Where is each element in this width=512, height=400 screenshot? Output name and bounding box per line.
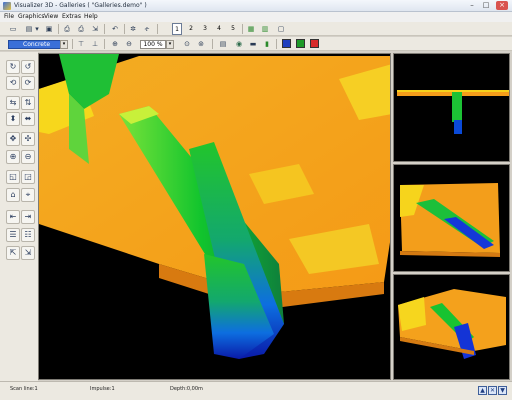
step-forward-icon[interactable]: ⇥ — [21, 210, 35, 224]
window-title: Visualizer 3D - Galleries ( "Galleries.d… — [14, 2, 147, 9]
zoom-dropdown-icon[interactable]: ▾ — [166, 40, 174, 49]
move-icon[interactable]: ✥ — [6, 132, 20, 146]
pan-vertical-icon[interactable]: ⇅ — [21, 96, 35, 110]
tilt-icon[interactable]: ⬍ — [6, 112, 20, 126]
menu-graphics[interactable]: Graphics — [18, 13, 45, 20]
menu-view[interactable]: View — [44, 13, 58, 20]
toolbar-separator — [157, 24, 158, 34]
open-file-icon[interactable]: ▤ — [24, 24, 34, 34]
plant-icon[interactable]: ✲ — [128, 24, 138, 34]
step-back-icon[interactable]: ⇤ — [6, 210, 20, 224]
menu-bar: File Graphics View Extras Help — [0, 12, 512, 22]
tool-palette: ↻ ↺ ⟲ ⟳ ⇆ ⇅ ⬍ ⬌ ✥ ✣ ⊕ ⊖ ◱ ◲ ⌂ ⌖ ⇤ ⇥ ☰ ☷ ⇱ ⇲ — [0, 52, 38, 382]
open-dropdown-icon[interactable]: ▾ — [34, 24, 40, 34]
color-red-button[interactable] — [310, 39, 319, 48]
corner-bottom-icon[interactable]: ⇲ — [21, 246, 35, 260]
toolbar-separator — [124, 24, 125, 34]
lower-icon[interactable]: ⊥ — [90, 39, 100, 49]
side-view-middle-render — [400, 183, 500, 257]
spin-icon[interactable]: ✣ — [21, 132, 35, 146]
menu-extras[interactable]: Extras — [62, 13, 81, 20]
zoom-field[interactable]: 100 % — [140, 40, 166, 49]
zoom-out-icon[interactable]: ⊖ — [124, 39, 134, 49]
view-2-button[interactable]: 2 — [186, 23, 196, 35]
side-view-top-render — [397, 90, 509, 134]
turn-icon[interactable]: ⬌ — [21, 112, 35, 126]
zoom-out-tool-icon[interactable]: ⊖ — [21, 150, 35, 164]
frame-left-icon[interactable]: ◱ — [6, 170, 20, 184]
print-preview-icon[interactable]: ⎙ — [62, 24, 72, 34]
pan-horizontal-icon[interactable]: ⇆ — [6, 96, 20, 110]
rotate-y-icon[interactable]: ⟳ — [21, 76, 35, 90]
side-view-middle[interactable] — [393, 164, 510, 272]
main-toolbar: ▭ ▤ ▾ ▣ ⎙ ⎙ ⇲ ↶ ✲ ተ 1 2 3 4 5 ▦ ▥ ▢ — [0, 22, 512, 36]
view-3-button[interactable]: 3 — [200, 23, 210, 35]
material-select[interactable]: Concrete — [8, 40, 66, 49]
status-down-button[interactable]: ▼ — [498, 386, 507, 395]
export-icon[interactable]: ⇲ — [90, 24, 100, 34]
color-green-button[interactable] — [296, 39, 305, 48]
minimize-icon[interactable]: – — [466, 1, 478, 10]
menu-help[interactable]: Help — [84, 13, 98, 20]
rotate-x-icon[interactable]: ⟲ — [6, 76, 20, 90]
view-1-button[interactable]: 1 — [172, 23, 182, 35]
side-view-bottom-render — [398, 289, 506, 359]
grid-icon[interactable]: ▥ — [260, 24, 270, 34]
rotate-ccw-icon[interactable]: ↺ — [21, 60, 35, 74]
print-icon[interactable]: ⎙ — [76, 24, 86, 34]
camera-icon[interactable]: ▬ — [248, 39, 258, 49]
frame-right-icon[interactable]: ◲ — [21, 170, 35, 184]
zoom-in-tool-icon[interactable]: ⊕ — [6, 150, 20, 164]
view-toolbar: Concrete ▾ ⊤ ⊥ ⊕ ⊖ 100 % ▾ ⊙ ⊚ ▤ ◉ ▬ ▮ — [0, 37, 512, 51]
color-blue-button[interactable] — [282, 39, 291, 48]
scan-line-status: Scan line:1 — [10, 386, 38, 392]
save-icon[interactable]: ▣ — [44, 24, 54, 34]
app-icon — [3, 2, 11, 10]
render-icon[interactable]: ▮ — [262, 39, 272, 49]
toolbar-separator — [242, 24, 243, 34]
zoom-reset-icon[interactable]: ⊚ — [196, 39, 206, 49]
toolbar-separator — [72, 39, 73, 49]
zoom-in-icon[interactable]: ⊕ — [110, 39, 120, 49]
status-arrow-button[interactable]: ▲ — [478, 386, 487, 395]
status-bar: Scan line:1 Impulse:1 Depth:0,00m ▲ ✕ ▼ — [0, 381, 512, 400]
close-icon[interactable]: × — [496, 1, 508, 10]
home-view-icon[interactable]: ⌂ — [6, 188, 20, 202]
menu-file[interactable]: File — [4, 13, 14, 20]
zoom-fit-icon[interactable]: ⊙ — [182, 39, 192, 49]
status-cross-button[interactable]: ✕ — [488, 386, 497, 395]
toolbar-separator — [104, 39, 105, 49]
eye-icon[interactable]: ◉ — [234, 39, 244, 49]
impulse-status: Impulse:1 — [90, 386, 115, 392]
rotate-cw-icon[interactable]: ↻ — [6, 60, 20, 74]
toolbar-separator — [104, 24, 105, 34]
layout-icon[interactable]: ▦ — [246, 24, 256, 34]
layers-icon[interactable]: ☰ — [6, 228, 20, 242]
view-5-button[interactable]: 5 — [228, 23, 238, 35]
toolbar-separator — [276, 39, 277, 49]
side-view-top[interactable] — [393, 53, 510, 162]
wireframe-icon[interactable]: ▤ — [218, 39, 228, 49]
title-bar: Visualizer 3D - Galleries ( "Galleries.d… — [0, 0, 512, 12]
layers-alt-icon[interactable]: ☷ — [21, 228, 35, 242]
toolbar-separator — [58, 24, 59, 34]
corner-top-icon[interactable]: ⇱ — [6, 246, 20, 260]
material-dropdown-icon[interactable]: ▾ — [60, 40, 68, 49]
new-file-icon[interactable]: ▭ — [8, 24, 18, 34]
main-3d-view[interactable] — [38, 53, 391, 380]
undo-icon[interactable]: ↶ — [110, 24, 120, 34]
view-4-button[interactable]: 4 — [214, 23, 224, 35]
side-view-bottom[interactable] — [393, 274, 510, 380]
window-icon[interactable]: ▢ — [276, 24, 286, 34]
target-icon[interactable]: ⌖ — [21, 188, 35, 202]
depth-status: Depth:0,00m — [170, 386, 203, 392]
maximize-icon[interactable]: □ — [480, 1, 492, 10]
main-3d-render — [39, 54, 390, 359]
raise-icon[interactable]: ⊤ — [76, 39, 86, 49]
toolbar-separator — [212, 39, 213, 49]
tree-icon[interactable]: ተ — [142, 24, 152, 34]
